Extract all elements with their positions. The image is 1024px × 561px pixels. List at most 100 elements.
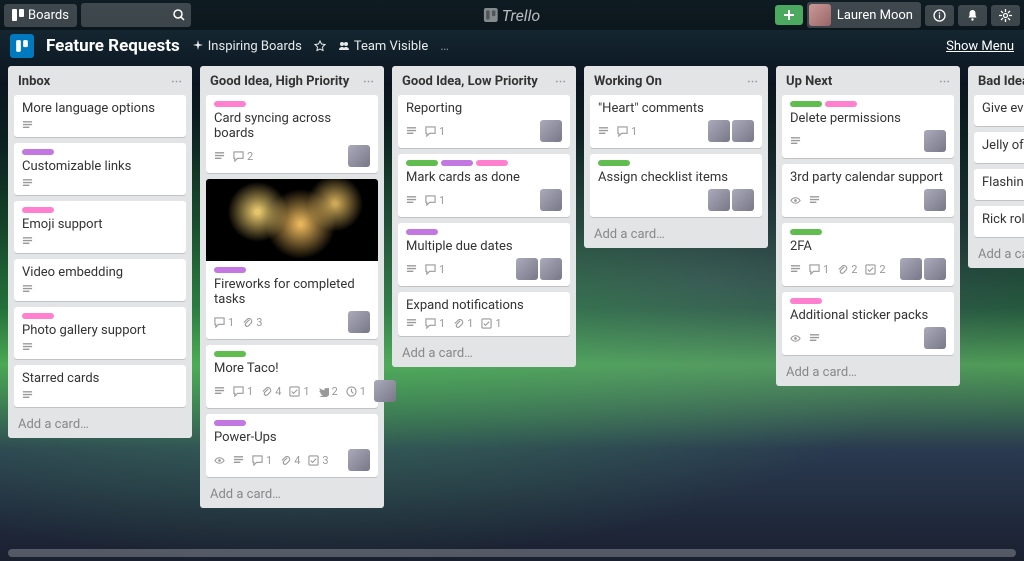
list-title[interactable]: Inbox — [18, 74, 50, 89]
card[interactable]: Rick roll power — [974, 206, 1024, 237]
label-pink[interactable] — [214, 101, 246, 107]
member-avatar[interactable] — [348, 145, 370, 167]
member-avatar[interactable] — [540, 258, 562, 280]
label-green[interactable] — [790, 229, 822, 235]
label-purple[interactable] — [22, 149, 54, 155]
card[interactable]: 2FA122 — [782, 223, 954, 286]
list-title[interactable]: Good Idea, High Priority — [210, 74, 349, 89]
member-avatar[interactable] — [732, 120, 754, 142]
watch-icon — [790, 333, 801, 344]
attachment-icon — [242, 317, 253, 328]
label-purple[interactable] — [406, 229, 438, 235]
card[interactable]: Assign checklist items — [590, 154, 762, 217]
add-card-link[interactable]: Add a card… — [974, 243, 1024, 262]
list-menu-button[interactable] — [363, 76, 374, 87]
member-avatar[interactable] — [924, 130, 946, 152]
description-icon — [22, 390, 33, 401]
card[interactable]: Flashing text — [974, 169, 1024, 200]
board-title[interactable]: Feature Requests — [46, 36, 180, 56]
horizontal-scrollbar[interactable] — [8, 549, 1016, 557]
card[interactable]: "Heart" comments1 — [590, 95, 762, 148]
card[interactable]: Reporting1 — [398, 95, 570, 148]
member-avatar[interactable] — [924, 189, 946, 211]
card-badges: 1 — [406, 258, 562, 280]
user-menu[interactable]: Lauren Moon — [807, 2, 921, 28]
card[interactable]: Customizable links — [14, 143, 186, 195]
gear-icon — [999, 9, 1012, 22]
card-title: Video embedding — [22, 265, 178, 280]
settings-button[interactable] — [991, 5, 1020, 26]
card[interactable]: Additional sticker packs — [782, 292, 954, 355]
card[interactable]: Starred cards — [14, 365, 186, 407]
member-avatar[interactable] — [516, 258, 538, 280]
member-avatar[interactable] — [924, 327, 946, 349]
list-title[interactable]: Up Next — [786, 74, 832, 89]
card[interactable]: Fireworks for completed tasks13 — [206, 179, 378, 339]
info-button[interactable] — [925, 5, 954, 26]
member-avatar[interactable] — [708, 120, 730, 142]
add-card-link[interactable]: Add a card… — [206, 483, 378, 502]
list-title[interactable]: Working On — [594, 74, 662, 89]
member-avatar[interactable] — [540, 189, 562, 211]
list-menu-button[interactable] — [555, 76, 566, 87]
visibility-button[interactable]: Team Visible — [338, 39, 428, 54]
add-card-link[interactable]: Add a card… — [14, 413, 186, 432]
boards-button[interactable]: Boards — [4, 4, 77, 27]
board-icon[interactable] — [10, 34, 34, 58]
board[interactable]: Inbox More language options Customizable … — [0, 62, 1024, 549]
brand-logo[interactable]: Trello — [484, 6, 540, 25]
card[interactable]: Jelly of the mo — [974, 132, 1024, 163]
label-green[interactable] — [214, 351, 246, 357]
add-button[interactable] — [775, 5, 803, 25]
show-menu-link[interactable]: Show Menu — [946, 39, 1014, 54]
member-avatar[interactable] — [348, 449, 370, 471]
label-green[interactable] — [598, 160, 630, 166]
member-avatar[interactable] — [900, 258, 922, 280]
star-button[interactable] — [314, 40, 326, 52]
card[interactable]: Delete permissions — [782, 95, 954, 158]
member-avatar[interactable] — [540, 120, 562, 142]
search-input[interactable] — [81, 3, 191, 27]
card-badges — [22, 390, 178, 401]
notifications-button[interactable] — [958, 5, 987, 26]
member-avatar[interactable] — [348, 311, 370, 333]
member-avatar[interactable] — [374, 380, 396, 402]
card[interactable]: 3rd party calendar support — [782, 164, 954, 217]
label-purple[interactable] — [214, 420, 246, 426]
label-purple[interactable] — [214, 267, 246, 273]
list: Inbox More language options Customizable … — [8, 66, 192, 438]
list-menu-button[interactable] — [939, 76, 950, 87]
card-members — [924, 130, 946, 152]
list-menu-button[interactable] — [171, 76, 182, 87]
card[interactable]: Multiple due dates1 — [398, 223, 570, 286]
label-pink[interactable] — [476, 160, 508, 166]
card[interactable]: Expand notifications111 — [398, 292, 570, 336]
card[interactable]: Give everything — [974, 95, 1024, 126]
card[interactable]: Card syncing across boards2 — [206, 95, 378, 173]
label-purple[interactable] — [441, 160, 473, 166]
card[interactable]: Emoji support — [14, 201, 186, 253]
inspiring-boards-link[interactable]: Inspiring Boards — [192, 39, 302, 54]
member-avatar[interactable] — [708, 189, 730, 211]
card[interactable]: Power-Ups143 — [206, 414, 378, 477]
label-pink[interactable] — [22, 207, 54, 213]
card[interactable]: Photo gallery support — [14, 307, 186, 359]
card[interactable]: Mark cards as done1 — [398, 154, 570, 217]
add-card-link[interactable]: Add a card… — [782, 361, 954, 380]
add-card-link[interactable]: Add a card… — [590, 223, 762, 242]
label-pink[interactable] — [790, 298, 822, 304]
label-pink[interactable] — [22, 313, 54, 319]
label-green[interactable] — [790, 101, 822, 107]
label-green[interactable] — [406, 160, 438, 166]
member-avatar[interactable] — [924, 258, 946, 280]
list-menu-button[interactable] — [747, 76, 758, 87]
list-title[interactable]: Good Idea, Low Priority — [402, 74, 538, 89]
member-avatar[interactable] — [732, 189, 754, 211]
list-title[interactable]: Bad Idea — [978, 74, 1024, 89]
label-pink[interactable] — [825, 101, 857, 107]
card[interactable]: More language options — [14, 95, 186, 137]
card-badges — [22, 178, 178, 189]
add-card-link[interactable]: Add a card… — [398, 342, 570, 361]
card[interactable]: Video embedding — [14, 259, 186, 301]
card[interactable]: More Taco!14121 — [206, 345, 378, 408]
